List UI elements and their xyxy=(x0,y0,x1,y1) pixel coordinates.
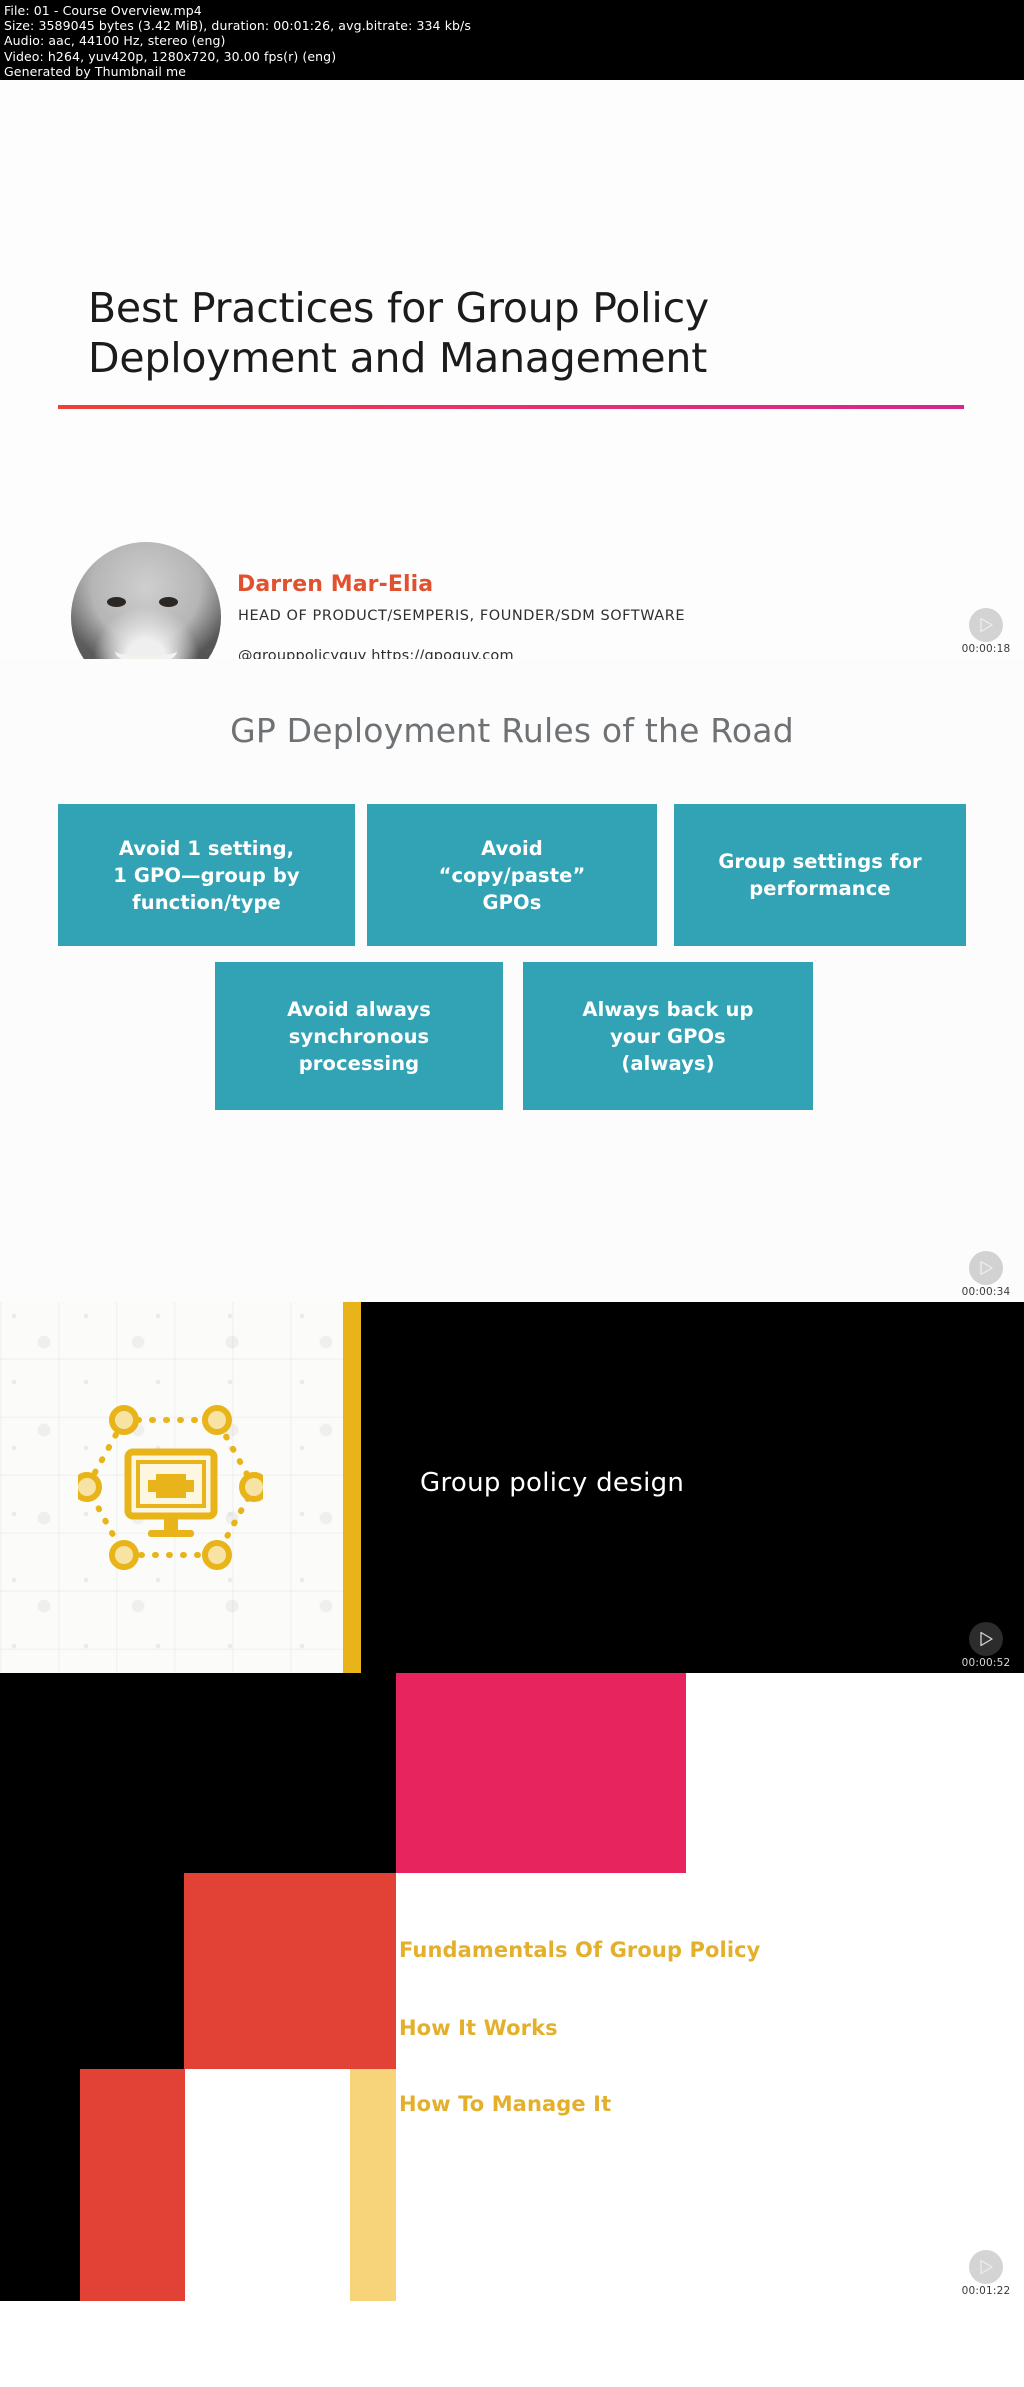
frame-2-timestamp: 00:00:34 xyxy=(961,1286,1011,1298)
frame-2-overlay: 00:00:34 xyxy=(954,1251,1018,1298)
slide-title-gp-rules: GP Deployment Rules of the Road xyxy=(230,711,794,750)
video-metadata-header: File: 01 - Course Overview.mp4 Size: 358… xyxy=(0,0,1024,80)
decorative-panel xyxy=(0,1302,343,1673)
rule-box-5: Always back up your GPOs (always) xyxy=(523,962,813,1110)
thumbnail-frame-3[interactable]: Group policy design 00:00:52 xyxy=(0,1302,1024,1673)
meta-line-size: Size: 3589045 bytes (3.42 MiB), duration… xyxy=(4,18,471,34)
agenda-block-gold xyxy=(350,2069,396,2301)
thumbnail-frame-2[interactable]: GP Deployment Rules of the Road Avoid 1 … xyxy=(0,659,1024,1302)
rule-box-4: Avoid always synchronous processing xyxy=(215,962,503,1110)
agenda-block-red-lower xyxy=(80,2069,185,2301)
thumbnail-frame-4[interactable]: Fundamentals Of Group Policy How It Work… xyxy=(0,1673,1024,2301)
presenter-name: Darren Mar-Elia xyxy=(237,572,434,597)
frame-1-timestamp: 00:00:18 xyxy=(961,643,1011,655)
meta-line-video: Video: h264, yuv420p, 1280x720, 30.00 fp… xyxy=(4,48,337,64)
frame-3-overlay: 00:00:52 xyxy=(954,1622,1018,1669)
meta-line-audio: Audio: aac, 44100 Hz, stereo (eng) xyxy=(4,33,226,49)
rule-box-1: Avoid 1 setting, 1 GPO—group by function/t… xyxy=(58,804,355,946)
agenda-block-white-lower xyxy=(185,2069,350,2301)
title-underline-rule xyxy=(58,405,964,409)
play-icon[interactable] xyxy=(969,608,1003,642)
play-icon[interactable] xyxy=(969,1251,1003,1285)
agenda-item-3: How To Manage It xyxy=(399,2092,612,2116)
agenda-item-2: How It Works xyxy=(399,2016,558,2040)
frame-3-timestamp: 00:00:52 xyxy=(961,1657,1011,1669)
agenda-block-red-upper xyxy=(184,1873,396,2069)
rule-box-2: Avoid “copy/paste” GPOs xyxy=(367,804,657,946)
agenda-item-1: Fundamentals Of Group Policy xyxy=(399,1938,761,1962)
presenter-avatar xyxy=(71,542,221,659)
thumbnail-contact-sheet: Best Practices for Group Policy Deployme… xyxy=(0,80,1024,2301)
slide-title-group-policy-design: Group policy design xyxy=(420,1468,685,1498)
gold-accent-bar xyxy=(343,1302,361,1673)
play-icon[interactable] xyxy=(969,1622,1003,1656)
meta-line-generator: Generated by Thumbnail me xyxy=(4,63,187,79)
presenter-links: @grouppolicyguy https://gpoguy.com xyxy=(238,648,514,659)
agenda-list: Fundamentals Of Group Policy How It Work… xyxy=(399,1873,1024,2301)
agenda-block-white-top-right xyxy=(686,1673,1024,1873)
thumbnail-frame-1[interactable]: Best Practices for Group Policy Deployme… xyxy=(0,80,1024,659)
frame-1-overlay: 00:00:18 xyxy=(954,608,1018,655)
presenter-role: HEAD OF PRODUCT/SEMPERIS, FOUNDER/SDM SO… xyxy=(238,608,686,624)
agenda-block-pink xyxy=(396,1673,686,1873)
slide-title-best-practices: Best Practices for Group Policy Deployme… xyxy=(88,284,709,382)
rule-box-3: Group settings for performance xyxy=(674,804,966,946)
meta-line-file: File: 01 - Course Overview.mp4 xyxy=(4,3,202,18)
network-monitor-gear-icon xyxy=(72,1390,269,1590)
